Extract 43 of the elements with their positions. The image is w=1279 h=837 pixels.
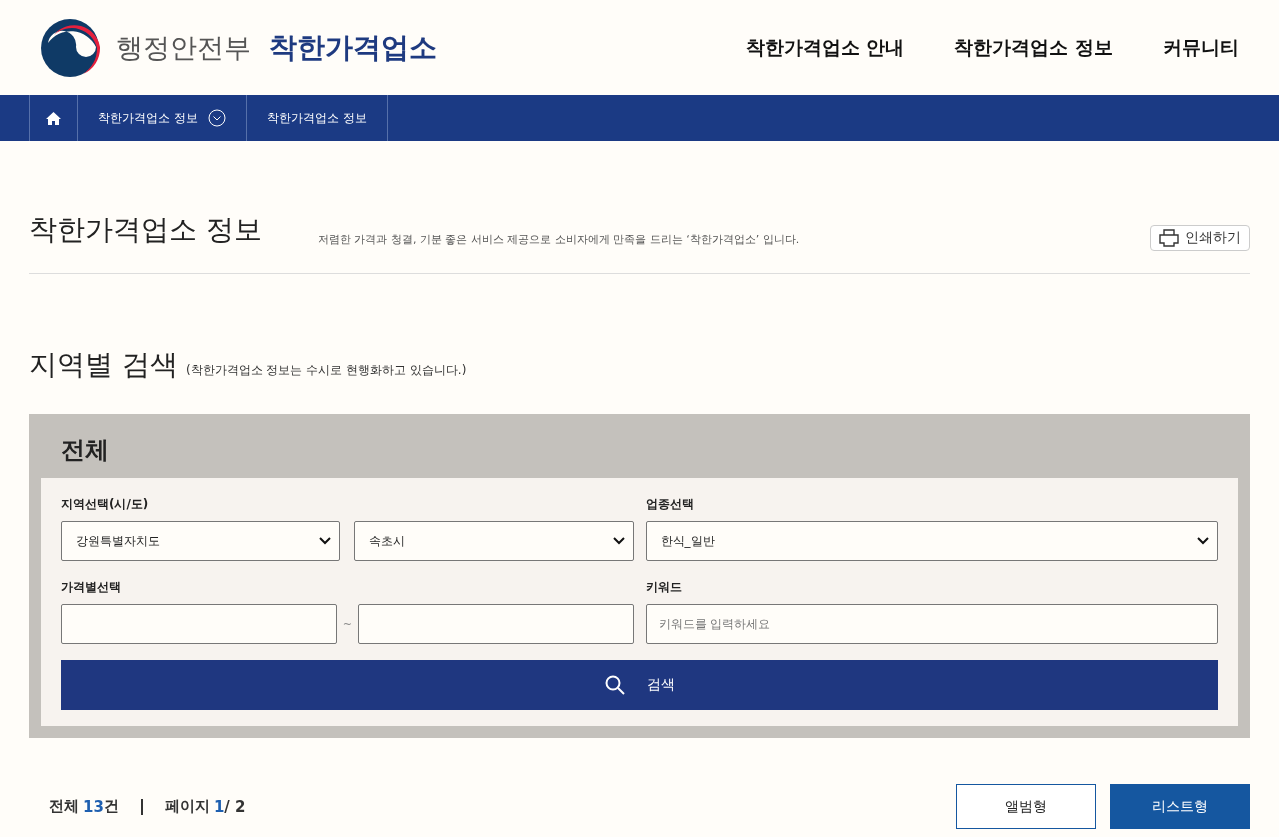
view-toggle-button[interactable]: 리스트형	[1110, 784, 1250, 829]
page-total: / 2	[224, 797, 246, 816]
panel-title: 전체	[60, 435, 110, 466]
section-note: (착한가격업소 정보는 수시로 현행화하고 있습니다.)	[185, 362, 467, 379]
ministry-name: 행정안전부	[116, 30, 251, 65]
print-button[interactable]: 인쇄하기	[1150, 225, 1250, 251]
menu-link[interactable]: 착한가격업소 정보	[954, 34, 1113, 61]
page-description: 저렴한 가격과 청결, 기분 좋은 서비스 제공으로 소비자에게 만족을 드리는 ‘착한가격업소’ 입니다.	[317, 232, 801, 247]
field-label: 가격별선택	[61, 579, 122, 596]
total-unit: 건	[103, 797, 119, 816]
max-price-field[interactable]	[357, 604, 634, 644]
chevron-down-icon	[207, 109, 226, 127]
page-title: 착한가격업소 정보	[29, 212, 262, 248]
city-select[interactable]: 속초시	[354, 521, 634, 561]
category-select[interactable]: 한식_일반	[645, 521, 1218, 561]
home-icon	[46, 111, 61, 125]
menu-link[interactable]: 커뮤니티	[1163, 34, 1239, 61]
keyword-field[interactable]: 키워드를 입력하세요	[645, 604, 1218, 644]
total-label: 전체	[49, 797, 79, 816]
province-select[interactable]: 강원특별자치도	[61, 521, 341, 561]
page-label: 페이지	[164, 797, 210, 816]
view-toggle-button[interactable]: 앨범형	[956, 784, 1096, 829]
total-count: 13	[83, 797, 104, 816]
breadcrumb-label: 착한가격업소 정보	[266, 109, 367, 127]
menu-link[interactable]: 착한가격업소 안내	[745, 34, 905, 61]
current-page: 1	[213, 797, 225, 816]
breadcrumb-item[interactable]: 착한가격업소 정보	[77, 95, 246, 141]
printer-icon	[1159, 229, 1179, 247]
breadcrumb-label: 착한가격업소 정보	[98, 109, 198, 127]
section-heading: 지역별 검색	[29, 347, 178, 383]
field-label: 키워드	[645, 579, 683, 596]
search-icon	[604, 675, 625, 695]
emblem-icon	[40, 16, 102, 79]
breadcrumb-item[interactable]: 착한가격업소 정보	[245, 95, 388, 141]
chevron-down-icon	[319, 537, 332, 545]
field-label: 업종선택	[645, 496, 695, 513]
chevron-down-icon	[612, 537, 625, 545]
chevron-down-icon	[1197, 537, 1209, 545]
site-logo-text[interactable]: 착한가격업소	[269, 28, 437, 67]
search-button[interactable]: 검색	[61, 660, 1218, 710]
range-separator: ~	[342, 617, 352, 631]
min-price-field[interactable]	[61, 604, 337, 644]
field-label: 지역선택(시/도)	[61, 496, 150, 513]
